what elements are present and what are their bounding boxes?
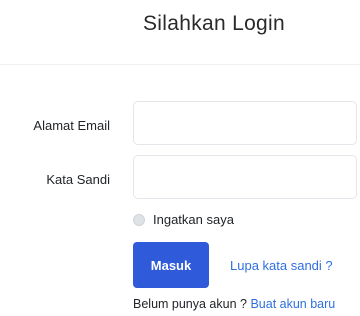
- remember-label: Ingatkan saya: [153, 212, 234, 227]
- remember-me[interactable]: Ingatkan saya: [133, 212, 234, 227]
- header-divider: [0, 64, 360, 65]
- remember-checkbox[interactable]: [133, 213, 145, 226]
- signup-link[interactable]: Buat akun baru: [250, 297, 335, 311]
- page-title: Silahkan Login: [143, 12, 285, 35]
- login-button[interactable]: Masuk: [133, 242, 209, 288]
- email-label: Alamat Email: [33, 118, 110, 133]
- email-field[interactable]: [133, 101, 357, 145]
- signup-prompt-text: Belum punya akun ?: [133, 297, 247, 311]
- forgot-password-link[interactable]: Lupa kata sandi ?: [230, 258, 333, 273]
- password-label: Kata Sandi: [46, 172, 110, 187]
- signup-prompt: Belum punya akun ? Buat akun baru: [133, 297, 335, 311]
- password-field[interactable]: [133, 155, 357, 199]
